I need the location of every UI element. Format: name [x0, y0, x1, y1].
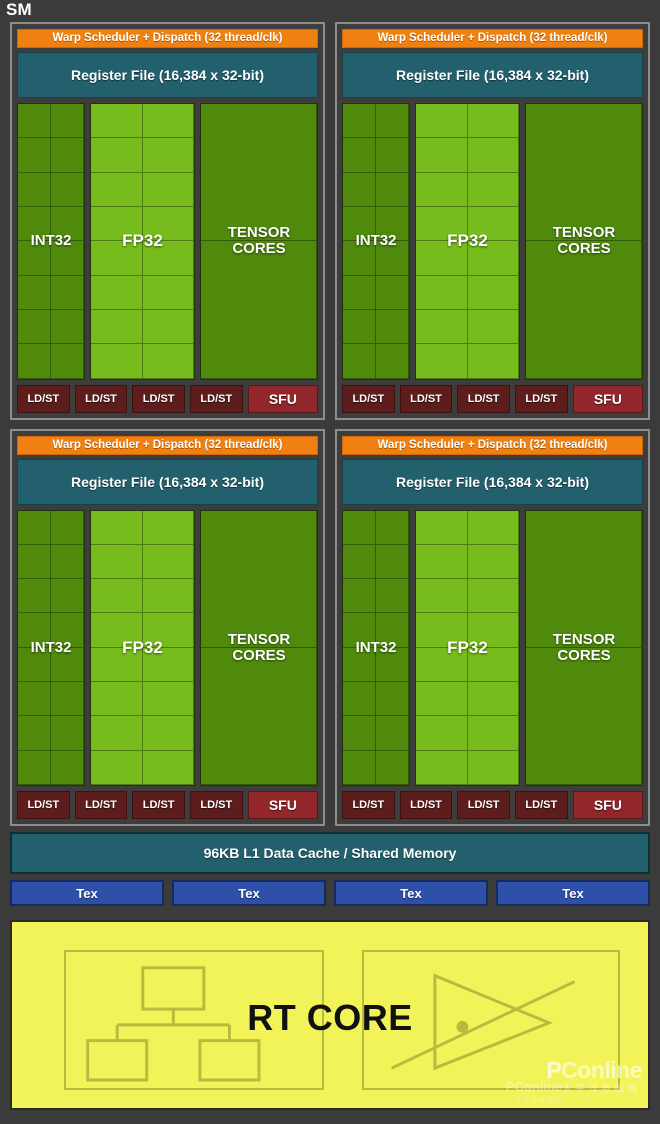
tex-unit-2[interactable]: Tex — [172, 880, 326, 906]
fp32-cell-grid — [91, 104, 194, 379]
warp-scheduler-bar: Warp Scheduler + Dispatch (32 thread/clk… — [17, 435, 318, 455]
fp32-cell-grid — [91, 510, 194, 785]
int32-cell-grid — [343, 104, 409, 379]
int32-cell-grid — [18, 104, 84, 379]
tensor-cores-block: TENSOR CORES — [200, 103, 318, 380]
ldst-unit[interactable]: LD/ST — [399, 384, 453, 413]
processing-partition-1[interactable]: Warp Scheduler + Dispatch (32 thread/clk… — [10, 22, 325, 420]
fp32-core-block: FP32 — [415, 103, 520, 380]
ldst-unit[interactable]: LD/ST — [17, 791, 70, 819]
processing-partition-3[interactable]: Warp Scheduler + Dispatch (32 thread/clk… — [10, 428, 325, 826]
int32-cell-grid — [18, 510, 84, 785]
watermark-secondary-chinese: 太平洋电脑网 — [514, 1097, 562, 1104]
ldst-unit[interactable]: LD/ST — [342, 384, 395, 413]
ldst-unit[interactable]: LD/ST — [189, 384, 243, 413]
tensor-cores-cell-grid — [201, 510, 317, 785]
ldst-unit[interactable]: LD/ST — [132, 791, 185, 819]
ldst-unit[interactable]: LD/ST — [74, 384, 128, 413]
tensor-cores-cell-grid — [526, 510, 642, 785]
processing-partition-2[interactable]: Warp Scheduler + Dispatch (32 thread/clk… — [335, 22, 650, 420]
tex-unit-1[interactable]: Tex — [10, 880, 164, 906]
register-file-block: Register File (16,384 x 32-bit) — [17, 458, 318, 505]
watermark-secondary: PConline — [505, 1079, 562, 1094]
sfu-unit[interactable]: SFU — [572, 384, 644, 413]
core-columns: INT32 FP32 TENSOR CORES — [17, 103, 318, 380]
ldst-unit[interactable]: LD/ST — [132, 384, 185, 413]
ldst-unit[interactable]: LD/ST — [189, 791, 243, 819]
int32-cell-grid — [343, 510, 409, 785]
processing-partition-4[interactable]: Warp Scheduler + Dispatch (32 thread/clk… — [335, 428, 650, 826]
ldst-unit[interactable]: LD/ST — [457, 791, 510, 819]
register-file-block: Register File (16,384 x 32-bit) — [342, 458, 643, 505]
fp32-core-block: FP32 — [90, 509, 195, 786]
int32-core-block: INT32 — [342, 103, 410, 380]
ldst-sfu-row: LD/ST LD/ST LD/ST LD/ST SFU — [17, 384, 319, 413]
processing-partitions-container: Warp Scheduler + Dispatch (32 thread/clk… — [10, 22, 650, 826]
ldst-unit[interactable]: LD/ST — [342, 791, 395, 819]
sfu-unit[interactable]: SFU — [247, 384, 319, 413]
ldst-sfu-row: LD/ST LD/ST LD/ST LD/ST SFU — [342, 384, 644, 413]
int32-core-block: INT32 — [342, 509, 410, 786]
fp32-core-block: FP32 — [415, 509, 520, 786]
ldst-unit[interactable]: LD/ST — [457, 384, 510, 413]
register-file-block: Register File (16,384 x 32-bit) — [342, 52, 643, 98]
ldst-unit[interactable]: LD/ST — [74, 791, 128, 819]
core-columns: INT32 FP32 TENSOR CORES — [342, 509, 643, 786]
fp32-core-block: FP32 — [90, 103, 195, 380]
core-columns: INT32 FP32 TENSOR CORES — [342, 103, 643, 380]
int32-core-block: INT32 — [17, 509, 85, 786]
ldst-unit[interactable]: LD/ST — [399, 791, 453, 819]
fp32-cell-grid — [416, 510, 519, 785]
ldst-unit[interactable]: LD/ST — [17, 384, 70, 413]
tensor-cores-block: TENSOR CORES — [200, 509, 318, 786]
tensor-cores-cell-grid — [201, 104, 317, 379]
ldst-unit[interactable]: LD/ST — [514, 384, 568, 413]
fp32-cell-grid — [416, 104, 519, 379]
watermark-chinese: 太平洋电脑网 — [562, 1084, 640, 1095]
ldst-sfu-row: LD/ST LD/ST LD/ST LD/ST SFU — [342, 791, 644, 819]
core-columns: INT32 FP32 TENSOR CORES — [17, 509, 318, 786]
register-file-block: Register File (16,384 x 32-bit) — [17, 52, 318, 98]
sfu-unit[interactable]: SFU — [247, 791, 319, 819]
warp-scheduler-bar: Warp Scheduler + Dispatch (32 thread/clk… — [342, 435, 643, 455]
tex-units-row: Tex Tex Tex Tex — [10, 880, 650, 906]
tensor-cores-cell-grid — [526, 104, 642, 379]
ldst-sfu-row: LD/ST LD/ST LD/ST LD/ST SFU — [17, 791, 319, 819]
tensor-cores-block: TENSOR CORES — [525, 103, 643, 380]
tex-unit-3[interactable]: Tex — [334, 880, 488, 906]
sfu-unit[interactable]: SFU — [572, 791, 644, 819]
tensor-cores-block: TENSOR CORES — [525, 509, 643, 786]
warp-scheduler-bar: Warp Scheduler + Dispatch (32 thread/clk… — [17, 29, 318, 48]
tex-unit-4[interactable]: Tex — [496, 880, 650, 906]
warp-scheduler-bar: Warp Scheduler + Dispatch (32 thread/clk… — [342, 29, 643, 48]
rt-core-title: RT CORE — [247, 997, 413, 1038]
l1-data-cache-block: 96KB L1 Data Cache / Shared Memory — [10, 832, 650, 874]
int32-core-block: INT32 — [17, 103, 85, 380]
ldst-unit[interactable]: LD/ST — [514, 791, 568, 819]
rt-core-block[interactable]: RT CORE PConline 太平洋电脑网 PConline 太平洋电脑网 — [10, 920, 650, 1110]
page-title: SM — [6, 0, 32, 19]
